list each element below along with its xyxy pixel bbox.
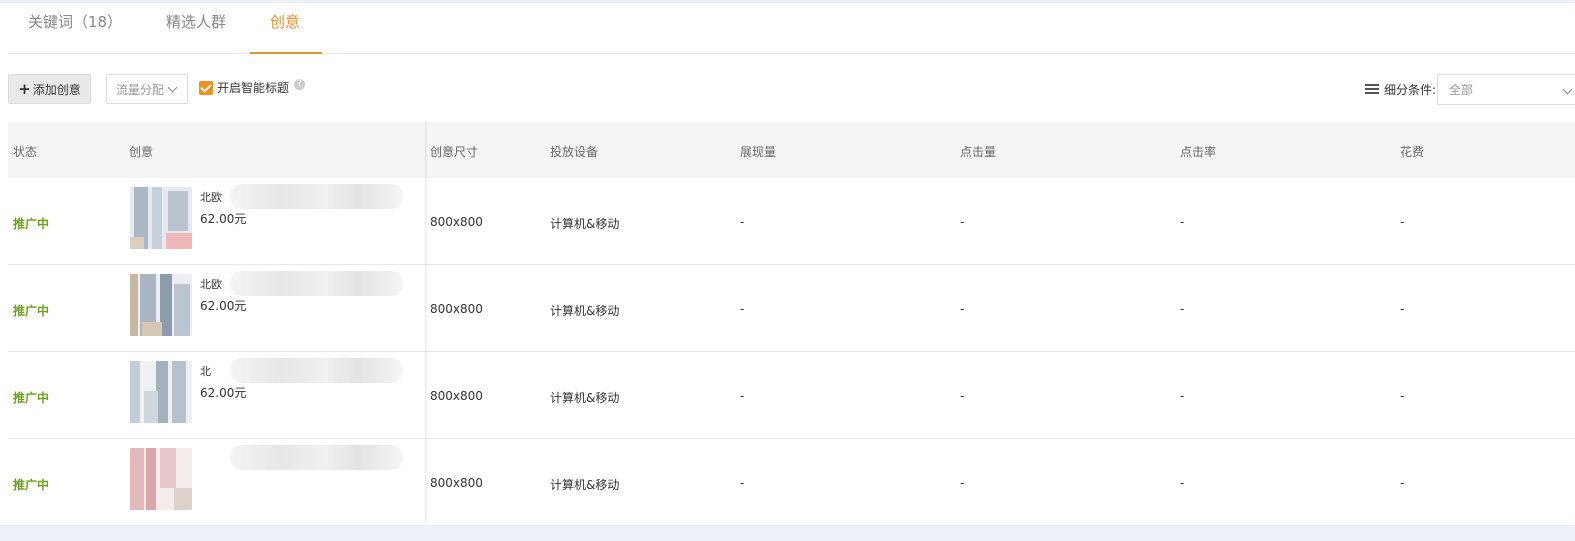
impressions-value: -	[740, 215, 745, 229]
creative-thumbnail[interactable]	[130, 448, 192, 510]
smart-title-label: 开启智能标题	[217, 81, 290, 95]
chevron-down-icon	[167, 82, 178, 92]
creative-thumbnail[interactable]	[130, 361, 192, 423]
creative-size: 800x800	[430, 215, 483, 229]
header-cost[interactable]: 花费	[1400, 143, 1424, 160]
creative-price: 62.00元	[200, 212, 247, 226]
creative-price: 62.00元	[200, 299, 247, 313]
filter-condition-text: 细分条件:	[1384, 83, 1437, 97]
blurred-title	[230, 445, 403, 470]
tab-audience[interactable]: 精选人群	[166, 11, 226, 32]
header-status: 状态	[13, 145, 38, 159]
impressions-value: -	[740, 302, 745, 316]
ctr-value: -	[1180, 476, 1185, 490]
table-row: 推广中 北欧 62.00元 800x800 计算机&移动 - - - -	[8, 178, 1575, 265]
delivery-device: 计算机&移动	[550, 217, 620, 231]
header-device: 投放设备	[550, 145, 599, 159]
header-size: 创意尺寸	[430, 145, 479, 159]
ctr-value: -	[1180, 215, 1185, 229]
creative-title[interactable]: 北欧	[200, 276, 222, 292]
header-clicks[interactable]: 点击量	[960, 143, 996, 160]
chevron-down-icon	[1562, 84, 1573, 95]
header-impressions[interactable]: 展现量	[740, 143, 776, 160]
help-icon[interactable]: ?	[294, 78, 306, 90]
cost-value: -	[1400, 302, 1405, 316]
clicks-value: -	[960, 302, 965, 316]
smart-title-checkbox[interactable]	[199, 80, 213, 95]
impressions-value: -	[740, 476, 745, 490]
creative-title[interactable]: 北欧	[200, 189, 222, 205]
traffic-allocation-value: 流量分配	[116, 82, 165, 97]
tab-keywords[interactable]: 关键词（18）	[28, 11, 122, 32]
filter-condition-select[interactable]: 全部	[1437, 74, 1575, 105]
creative-price: 62.00元	[200, 386, 247, 400]
blurred-title	[230, 271, 403, 296]
clicks-value: -	[960, 215, 965, 229]
header-creative: 创意	[129, 145, 154, 159]
table-row: 推广中 北欧 62.00元 800x800 计算机&移动 - - - -	[8, 265, 1575, 352]
plus-icon: +	[18, 79, 31, 98]
table-row: 推广中 北 62.00元 800x800 计算机&移动 - - - -	[8, 352, 1575, 439]
creative-size: 800x800	[430, 389, 483, 403]
header-ctr[interactable]: 点击率	[1180, 143, 1216, 160]
clicks-value: -	[960, 389, 965, 403]
smart-title-toggle[interactable]: 开启智能标题 ?	[199, 78, 306, 96]
cost-value: -	[1400, 215, 1405, 229]
traffic-allocation-select[interactable]: 流量分配	[106, 74, 188, 104]
creative-thumbnail[interactable]	[130, 187, 192, 249]
status-badge: 推广中	[13, 478, 50, 492]
bottom-scroll-area	[0, 525, 1575, 541]
cost-value: -	[1400, 476, 1405, 490]
ctr-value: -	[1180, 302, 1185, 316]
toolbar: + 添加创意 流量分配 开启智能标题 ? 细分条件: 全部	[8, 73, 1575, 106]
creative-title[interactable]: 北	[200, 363, 211, 379]
creative-size: 800x800	[430, 302, 483, 316]
creative-size: 800x800	[430, 476, 483, 490]
clicks-value: -	[960, 476, 965, 490]
delivery-device: 计算机&移动	[550, 478, 620, 492]
delivery-device: 计算机&移动	[550, 304, 620, 318]
ctr-value: -	[1180, 389, 1185, 403]
cost-value: -	[1400, 389, 1405, 403]
add-creative-label: 添加创意	[32, 82, 81, 97]
status-badge: 推广中	[13, 391, 50, 405]
filter-condition-label: 细分条件:	[1365, 81, 1436, 98]
active-tab-indicator	[250, 52, 322, 54]
add-creative-button[interactable]: + 添加创意	[8, 74, 91, 104]
table-header: 状态 创意 创意尺寸 投放设备 展现量 点击量 点击率 花费	[8, 122, 1575, 178]
filter-condition-value: 全部	[1449, 83, 1474, 97]
table-row: 推广中 800x800 计算机&移动 - - - -	[8, 439, 1575, 526]
tab-creative[interactable]: 创意	[270, 11, 300, 32]
blurred-title	[230, 184, 403, 209]
status-badge: 推广中	[13, 217, 50, 231]
frozen-column-shadow	[425, 122, 428, 525]
tab-bar: 关键词（18） 精选人群 创意	[8, 3, 1575, 54]
delivery-device: 计算机&移动	[550, 391, 620, 405]
blurred-title	[230, 358, 403, 383]
list-icon	[1365, 84, 1379, 95]
status-badge: 推广中	[13, 304, 50, 318]
creative-thumbnail[interactable]	[130, 274, 192, 336]
impressions-value: -	[740, 389, 745, 403]
